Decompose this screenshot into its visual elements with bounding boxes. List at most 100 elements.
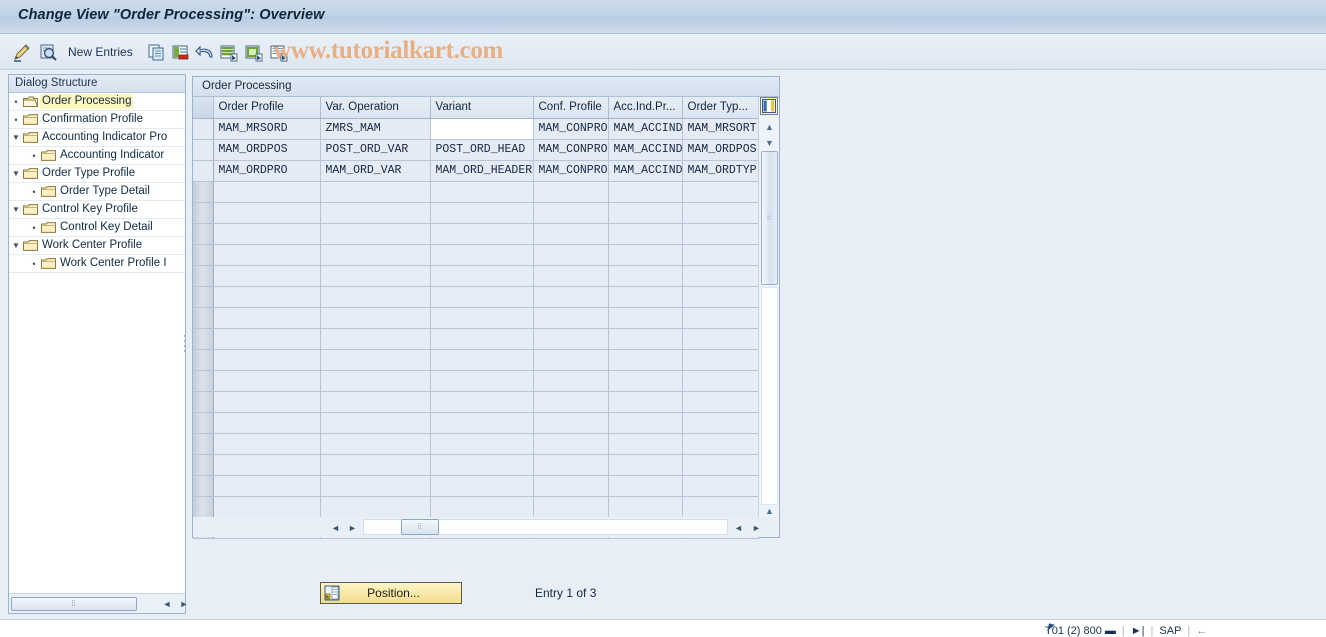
- table-cell-empty[interactable]: [213, 349, 320, 370]
- table-cell[interactable]: MAM_ORD_HEADER: [430, 160, 533, 181]
- tree-item-work-center-profile[interactable]: ▼Work Center Profile: [9, 237, 185, 255]
- table-row-empty[interactable]: [193, 202, 758, 223]
- table-cell-empty[interactable]: [430, 223, 533, 244]
- table-cell-empty[interactable]: [430, 391, 533, 412]
- table-cell[interactable]: [430, 118, 533, 139]
- table-cell-empty[interactable]: [608, 202, 682, 223]
- table-cell[interactable]: POST_ORD_VAR: [320, 139, 430, 160]
- table-cell-empty[interactable]: [608, 349, 682, 370]
- table-cell-empty[interactable]: [320, 307, 430, 328]
- table-cell-empty[interactable]: [682, 244, 758, 265]
- table-cell[interactable]: MAM_ORDPOS: [682, 139, 758, 160]
- grid-vertical-scroll-thumb[interactable]: ⣿: [761, 151, 778, 285]
- table-row-empty[interactable]: [193, 349, 758, 370]
- table-cell-empty[interactable]: [320, 349, 430, 370]
- chevron-down-icon[interactable]: ▼: [9, 169, 23, 178]
- row-selector[interactable]: [193, 286, 213, 307]
- table-cell-empty[interactable]: [682, 223, 758, 244]
- column-header-variant[interactable]: Variant: [430, 97, 533, 118]
- table-cell-empty[interactable]: [430, 412, 533, 433]
- table-cell-empty[interactable]: [430, 454, 533, 475]
- table-cell-empty[interactable]: [430, 349, 533, 370]
- row-selector[interactable]: [193, 349, 213, 370]
- table-cell-empty[interactable]: [682, 454, 758, 475]
- tree-item-control-key-profile[interactable]: ▼Control Key Profile: [9, 201, 185, 219]
- table-row-empty[interactable]: [193, 265, 758, 286]
- table-cell[interactable]: POST_ORD_HEAD: [430, 139, 533, 160]
- row-selector[interactable]: [193, 412, 213, 433]
- table-row-empty[interactable]: [193, 412, 758, 433]
- grid-page-up-button[interactable]: ▲: [761, 503, 778, 518]
- table-cell-empty[interactable]: [320, 412, 430, 433]
- row-selector[interactable]: [193, 118, 213, 139]
- table-row-empty[interactable]: [193, 475, 758, 496]
- table-cell-empty[interactable]: [213, 328, 320, 349]
- table-cell[interactable]: MAM_CONPRO: [533, 139, 608, 160]
- column-header-conf-profile[interactable]: Conf. Profile: [533, 97, 608, 118]
- chevron-down-icon[interactable]: ▼: [9, 205, 23, 214]
- table-cell-empty[interactable]: [608, 181, 682, 202]
- table-cell-empty[interactable]: [213, 391, 320, 412]
- table-row-empty[interactable]: [193, 181, 758, 202]
- table-cell-empty[interactable]: [682, 349, 758, 370]
- grid-hscroll-thumb[interactable]: ⣿: [401, 519, 439, 535]
- tree-scroll-left-button[interactable]: ◄: [159, 596, 175, 612]
- table-cell-empty[interactable]: [682, 475, 758, 496]
- table-cell-empty[interactable]: [608, 454, 682, 475]
- table-cell-empty[interactable]: [608, 412, 682, 433]
- table-cell-empty[interactable]: [682, 433, 758, 454]
- table-cell[interactable]: MAM_ORDTYP: [682, 160, 758, 181]
- table-row-empty[interactable]: [193, 223, 758, 244]
- column-header-order-type[interactable]: Order Typ...: [682, 97, 758, 118]
- table-cell-empty[interactable]: [320, 496, 430, 517]
- grid-hscroll-page-left-button[interactable]: ◄: [731, 520, 746, 535]
- table-cell-empty[interactable]: [430, 181, 533, 202]
- row-selector[interactable]: [193, 328, 213, 349]
- pencil-edit-icon[interactable]: [12, 40, 32, 64]
- table-cell-empty[interactable]: [430, 475, 533, 496]
- grid-vertical-scrollbar[interactable]: ▲ ▼ ⣿ ▲ ▼: [758, 97, 779, 537]
- table-cell-empty[interactable]: [213, 370, 320, 391]
- row-selector[interactable]: [193, 202, 213, 223]
- table-cell-empty[interactable]: [682, 328, 758, 349]
- grid-hscroll-right-button[interactable]: ►: [345, 520, 360, 535]
- table-row-empty[interactable]: [193, 328, 758, 349]
- row-selector[interactable]: [193, 391, 213, 412]
- table-cell-empty[interactable]: [608, 265, 682, 286]
- tree-item-control-key-detail[interactable]: •Control Key Detail: [9, 219, 185, 237]
- table-cell-empty[interactable]: [533, 412, 608, 433]
- table-cell-empty[interactable]: [430, 286, 533, 307]
- row-selector[interactable]: [193, 139, 213, 160]
- table-cell-empty[interactable]: [213, 244, 320, 265]
- row-selector[interactable]: [193, 223, 213, 244]
- grid-vertical-track[interactable]: [761, 287, 778, 505]
- table-cell-empty[interactable]: [533, 223, 608, 244]
- row-selector[interactable]: [193, 307, 213, 328]
- table-cell-empty[interactable]: [533, 475, 608, 496]
- table-cell-empty[interactable]: [320, 286, 430, 307]
- table-cell-empty[interactable]: [430, 328, 533, 349]
- table-cell-empty[interactable]: [533, 454, 608, 475]
- table-row[interactable]: MAM_MRSORDZMRS_MAMMAM_CONPROMAM_ACCINDMA…: [193, 118, 758, 139]
- table-cell-empty[interactable]: [682, 370, 758, 391]
- new-entries-button[interactable]: New Entries: [68, 40, 133, 64]
- table-row-empty[interactable]: [193, 307, 758, 328]
- table-cell[interactable]: MAM_ORDPRO: [213, 160, 320, 181]
- tree-item-order-type-detail[interactable]: •Order Type Detail: [9, 183, 185, 201]
- table-cell-empty[interactable]: [608, 286, 682, 307]
- column-header-order-profile[interactable]: Order Profile: [213, 97, 320, 118]
- row-selector[interactable]: [193, 181, 213, 202]
- table-cell-empty[interactable]: [430, 307, 533, 328]
- row-selector[interactable]: [193, 496, 213, 517]
- table-row-empty[interactable]: [193, 286, 758, 307]
- table-row-empty[interactable]: [193, 454, 758, 475]
- row-selector[interactable]: [193, 265, 213, 286]
- tree-scroll-right-button[interactable]: ►: [176, 596, 192, 612]
- table-row-empty[interactable]: [193, 433, 758, 454]
- copy-icon[interactable]: [147, 40, 166, 64]
- row-selector[interactable]: [193, 244, 213, 265]
- table-cell-empty[interactable]: [320, 244, 430, 265]
- table-cell-empty[interactable]: [533, 370, 608, 391]
- table-cell-empty[interactable]: [533, 391, 608, 412]
- table-cell-empty[interactable]: [213, 496, 320, 517]
